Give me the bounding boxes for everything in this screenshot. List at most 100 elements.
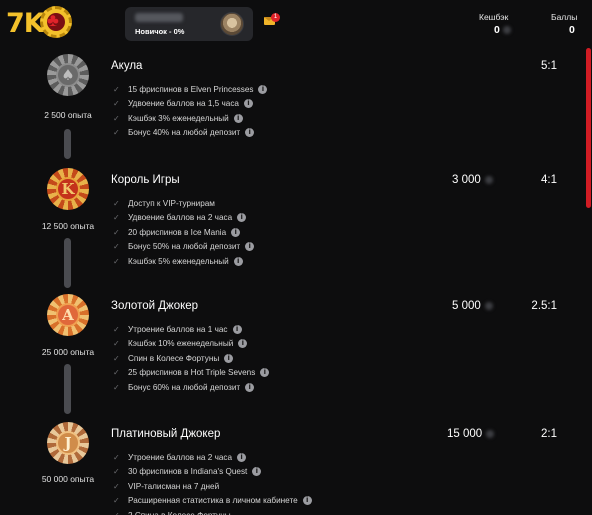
perk-item: ✓ Спин в Колесе Фортуны i [113,351,269,366]
check-icon: ✓ [113,128,120,138]
info-icon[interactable]: i [302,496,312,506]
price-currency-blurred [485,176,493,184]
level-connector [64,129,71,159]
perk-text: Кэшбэк 3% еженедельный [128,113,229,123]
chip-letter: J [56,431,80,455]
info-icon[interactable]: i [260,368,270,378]
level-xp-required: 25 000 опыта [41,347,95,357]
perk-text: Кэшбэк 10% еженедельный [128,339,234,349]
perk-item: ✓ Кэшбэк 5% еженедельный i [113,254,254,269]
check-icon: ✓ [113,481,120,491]
info-icon[interactable]: i [224,353,234,363]
level-exchange-ratio: 5:1 [541,60,557,72]
check-icon: ✓ [113,84,120,94]
level-price: 15 000 [447,428,483,440]
level-xp-required: 12 500 опыта [41,221,95,231]
points-value: 0 [569,24,575,36]
price-currency-blurred [486,430,494,438]
info-icon[interactable]: i [237,452,247,462]
check-icon: ✓ [113,496,120,506]
perk-text: Удвоение баллов на 2 часа [128,213,233,223]
cashback-currency-blurred [503,26,511,34]
info-icon[interactable]: i [243,99,253,109]
level-title: Король Игры [111,174,180,186]
points-label: Баллы [551,12,578,22]
check-icon: ✓ [113,467,120,477]
perk-text: Утроение баллов на 1 час [128,324,228,334]
check-icon: ✓ [113,113,120,123]
perk-item: ✓ Удвоение баллов на 1,5 часа i [113,97,267,112]
check-icon: ✓ [113,256,120,266]
perk-text: VIP-талисман на 7 дней [128,481,220,491]
level-price: 5 000 [452,300,481,312]
chip-suit: ♠ [56,63,80,87]
check-icon: ✓ [113,511,123,515]
perk-item: ✓ Утроение баллов на 2 часа i [113,450,312,465]
cashback-label: Кешбэк [479,12,509,22]
perk-text: 15 фриспинов в Elven Princesses [128,84,254,94]
info-icon[interactable]: i [245,128,255,138]
cashback-value: 0 [494,24,500,36]
info-icon[interactable]: i [238,339,248,349]
perk-text: Спин в Колесе Фортуны [128,353,220,363]
perk-text: Удвоение баллов на 1,5 часа [128,99,239,109]
info-icon[interactable]: i [258,84,268,94]
level-connector [64,364,71,414]
level-perks: ✓ Доступ к VIP-турнирам ✓ Удвоение баллов н… [113,196,255,269]
level-title: Акула [111,60,143,72]
top-header: 7K ♣ Новичок - 0% 1 Кешбэк 0 Баллы 0 [0,0,592,48]
level-chip-icon: J [47,422,89,464]
info-icon[interactable]: i [233,113,243,123]
mail-notification-badge: 1 [271,13,280,22]
club-suit-icon: ♣ [47,10,59,30]
check-icon: ✓ [113,452,120,462]
level-perks: ✓ Утроение баллов на 2 часа i ✓ 30 фриспинов… [113,450,312,515]
user-avatar[interactable] [220,12,244,36]
level-chip-icon: ♠ [47,54,89,96]
user-level-progress: Новичок - 0% [135,27,185,36]
perk-item: ✓ 30 фриспинов в Indiana's Quest i [113,465,312,480]
check-icon: ✓ [113,353,120,363]
perk-item: ✓ Кэшбэк 10% еженедельный i [113,337,269,352]
info-icon[interactable]: i [233,256,243,266]
level-perks: ✓ 15 фриспинов в Elven Princesses i ✓ Удвоен… [113,82,268,141]
level-exchange-ratio: 2:1 [541,428,557,440]
user-profile-card[interactable]: Новичок - 0% [125,7,253,41]
perk-text: 30 фриспинов в Indiana's Quest [128,467,248,477]
perk-text: Расширенная статистика в личном кабинете [128,496,298,506]
casino-logo[interactable]: 7K ♣ [2,4,72,44]
level-connector [64,238,71,288]
perk-item: ✓ 25 фриспинов в Hot Triple Sevens i [113,366,270,381]
chip-letter: K [56,177,80,201]
level-price: 3 000 [452,174,481,186]
info-icon[interactable]: i [237,213,247,223]
level-title: Платиновый Джокер [111,428,221,440]
check-icon: ✓ [113,242,120,252]
level-exchange-ratio: 4:1 [541,174,557,186]
perk-item: ✓ Расширенная статистика в личном кабинет… [113,494,312,509]
info-icon[interactable]: i [252,467,262,477]
perk-item: ✓ Кэшбэк 3% еженедельный i [113,111,267,126]
vip-levels-list[interactable]: ♠ 2 500 опыта Акула 5:1 ✓ 15 фриспинов в … [0,48,592,515]
level-title: Золотой Джокер [111,300,199,312]
perk-item: ✓ 2 Спина в Колесе Фортуны [113,508,312,515]
level-perks: ✓ Утроение баллов на 1 час i ✓ Кэшбэк 10% еж… [113,322,270,395]
info-icon[interactable]: i [245,382,255,392]
check-icon: ✓ [113,324,120,334]
perk-item: ✓ Бонус 60% на любой депозит i [113,380,269,395]
user-name-blurred [135,13,183,22]
level-chip-icon: K [47,168,89,210]
perk-text: 2 Спина в Колесе Фортуны [128,511,231,515]
level-exchange-ratio: 2.5:1 [531,300,557,312]
info-icon[interactable]: i [245,242,255,252]
check-icon: ✓ [113,213,120,223]
perk-text: 25 фриспинов в Hot Triple Sevens [128,368,256,378]
info-icon[interactable]: i [231,227,241,237]
info-icon[interactable]: i [232,324,242,334]
perk-item: ✓ Удвоение баллов на 2 часа i [113,211,254,226]
perk-item: ✓ Бонус 40% на любой депозит i [113,126,267,141]
perk-item: ✓ VIP-талисман на 7 дней [113,479,312,494]
perk-text: 20 фриспинов в Ice Mania [128,227,227,237]
scrollbar-thumb[interactable] [586,48,591,208]
check-icon: ✓ [113,198,120,208]
